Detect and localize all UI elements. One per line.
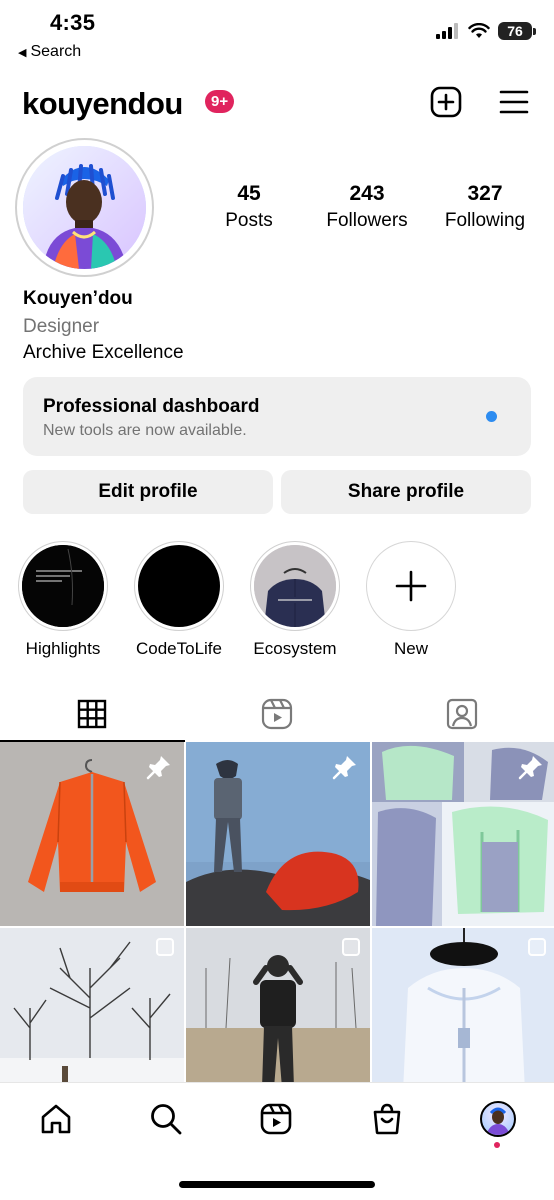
followers-label: Followers [326, 210, 408, 231]
new-highlight-button[interactable]: New [366, 541, 456, 659]
professional-dashboard-card[interactable]: Professional dashboard New tools are now… [23, 377, 531, 456]
profile-avatar-ring[interactable] [15, 138, 154, 277]
wifi-icon [468, 23, 490, 38]
nav-profile[interactable] [478, 1099, 518, 1139]
nav-shop[interactable] [367, 1099, 407, 1139]
posts-count: 45 [237, 182, 261, 205]
followers-stat[interactable]: 243 Followers [308, 182, 426, 232]
pin-icon [518, 756, 542, 780]
nav-home[interactable] [36, 1099, 76, 1139]
status-time: 4:35 [50, 10, 96, 35]
highlight-label: Highlights [25, 639, 101, 658]
back-triangle-icon: ◀ [18, 46, 27, 59]
plus-icon [395, 570, 427, 602]
select-checkbox[interactable] [156, 938, 174, 956]
status-icons: 76 [436, 22, 536, 40]
highlight-thumbnail [22, 545, 104, 627]
post-thumbnail[interactable] [186, 742, 370, 926]
home-icon [41, 1104, 71, 1134]
create-post-button[interactable] [428, 84, 464, 120]
highlight-ring [134, 541, 224, 631]
pin-icon [146, 756, 170, 780]
profile-avatar [23, 146, 146, 269]
profile-bio: Kouyen’dou Designer Archive Excellence [23, 288, 184, 364]
hamburger-menu-icon [499, 90, 529, 114]
dashboard-title: Professional dashboard [43, 396, 260, 417]
plus-square-icon [430, 86, 462, 118]
tab-posts-grid[interactable] [0, 686, 185, 742]
post-thumbnail[interactable] [0, 742, 184, 926]
avatar-portrait-icon [23, 146, 146, 269]
select-checkbox[interactable] [342, 938, 360, 956]
profile-tabs [0, 686, 554, 742]
highlight-ring [250, 541, 340, 631]
profile-category: Designer [23, 316, 100, 337]
back-label: Search [30, 43, 82, 60]
new-indicator-dot [486, 411, 497, 422]
status-bar: 4:35 ◀ Search 76 [0, 0, 554, 70]
story-highlights: Highlights CodeToLife Ecosystem New [18, 541, 456, 659]
highlight-item[interactable]: Ecosystem [250, 541, 340, 659]
posts-label: Posts [225, 210, 273, 231]
cellular-signal-icon [436, 23, 458, 39]
battery-indicator: 76 [498, 22, 536, 40]
highlight-text-graphic [22, 545, 104, 627]
profile-bio-text: Archive Excellence [23, 342, 184, 363]
profile-avatar [480, 1101, 516, 1137]
home-indicator-bar [179, 1181, 375, 1188]
notification-badge[interactable]: 9+ [205, 90, 235, 113]
profile-username[interactable]: kouyendou [22, 86, 183, 122]
profile-display-name: Kouyen’dou [23, 288, 133, 309]
profile-header: kouyendou 9+ [0, 80, 554, 130]
following-count: 327 [467, 182, 503, 205]
share-profile-button[interactable]: Share profile [281, 470, 531, 514]
posts-stat[interactable]: 45 Posts [190, 182, 308, 232]
tab-reels[interactable] [185, 686, 370, 742]
profile-notification-dot [494, 1142, 500, 1148]
highlight-thumbnail [254, 545, 336, 627]
select-checkbox[interactable] [528, 938, 546, 956]
back-to-search-button[interactable]: ◀ Search [18, 43, 81, 61]
highlight-ring [366, 541, 456, 631]
highlight-label: CodeToLife [135, 639, 222, 658]
profile-actions: Edit profile Share profile [23, 470, 531, 514]
menu-button[interactable] [496, 84, 532, 120]
nav-search[interactable] [146, 1099, 186, 1139]
highlight-label: Ecosystem [253, 639, 337, 658]
highlight-item[interactable]: CodeToLife [134, 541, 224, 659]
post-thumbnail[interactable] [372, 742, 554, 926]
reels-icon [261, 698, 293, 730]
following-stat[interactable]: 327 Following [426, 182, 544, 232]
search-icon [151, 1104, 182, 1135]
highlight-thumbnail [138, 545, 220, 627]
pin-icon [332, 756, 356, 780]
avatar-mini-icon [486, 1107, 510, 1135]
dashboard-subtitle: New tools are now available. [43, 422, 247, 439]
profile-stats: 45 Posts 243 Followers 327 Following [190, 182, 544, 232]
following-label: Following [444, 210, 526, 231]
shop-icon [373, 1103, 401, 1135]
edit-profile-button[interactable]: Edit profile [23, 470, 273, 514]
highlight-ring [18, 541, 108, 631]
followers-count: 243 [349, 182, 385, 205]
tagged-icon [446, 698, 477, 730]
reels-icon [260, 1103, 292, 1135]
highlight-item[interactable]: Highlights [18, 541, 108, 659]
grid-icon [78, 699, 107, 729]
tab-tagged[interactable] [369, 686, 554, 742]
nav-reels[interactable] [256, 1099, 296, 1139]
ecosystem-sweater-graphic [254, 545, 336, 627]
highlight-label: New [393, 639, 428, 658]
posts-grid [0, 742, 554, 1112]
